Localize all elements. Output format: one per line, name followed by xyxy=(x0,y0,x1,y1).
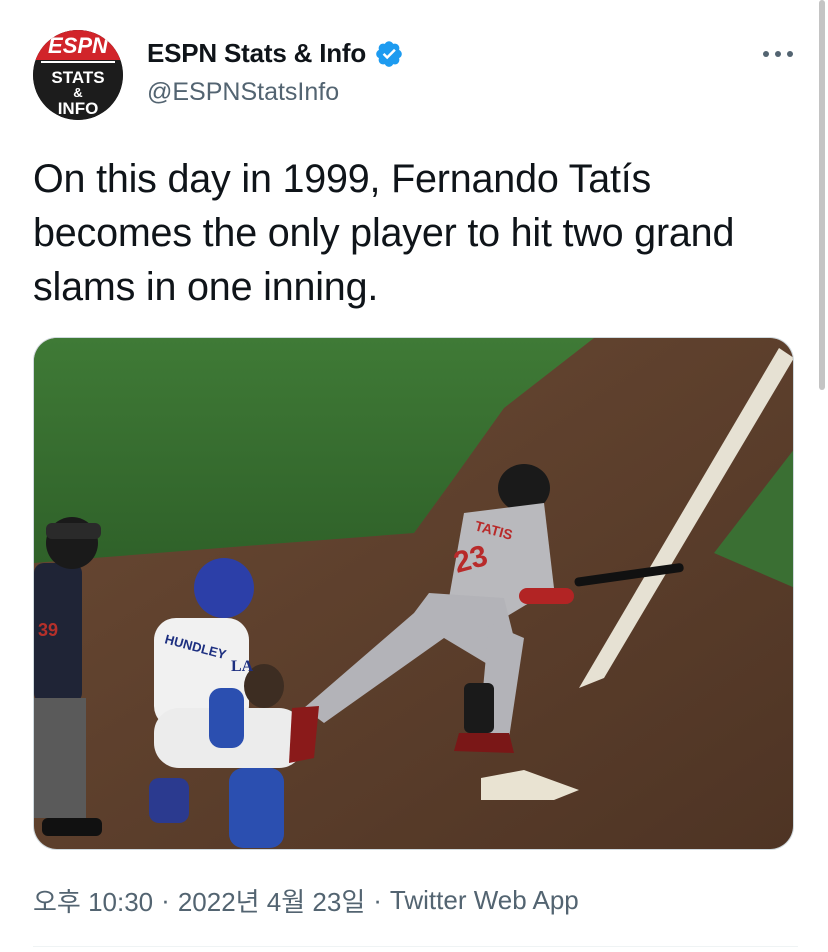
tweet-container: ESPN STATS & INFO ESPN Stats & Info @ESP… xyxy=(0,0,828,952)
verified-badge-icon xyxy=(376,40,402,67)
avatar-text-info: INFO xyxy=(58,99,99,118)
more-horizontal-icon xyxy=(763,51,793,57)
more-options-button[interactable] xyxy=(758,40,798,68)
author-display-name[interactable]: ESPN Stats & Info xyxy=(147,38,366,69)
avatar-text-espn: ESPN xyxy=(48,33,109,58)
tweet-date[interactable]: 2022년 4월 23일 xyxy=(178,882,365,919)
author-name-row[interactable]: ESPN Stats & Info xyxy=(147,38,404,69)
divider xyxy=(33,946,798,947)
baseball-photo: 39 HUNDLEY LA 23 TATIS xyxy=(34,338,793,849)
meta-separator: · xyxy=(161,885,170,915)
catcher-logo: LA xyxy=(231,658,254,675)
tweet-meta: 오후 10:30 · 2022년 4월 23일 · Twitter Web Ap… xyxy=(33,882,579,919)
author-handle[interactable]: @ESPNStatsInfo xyxy=(147,78,339,107)
avatar[interactable]: ESPN STATS & INFO xyxy=(33,30,123,120)
tweet-time[interactable]: 오후 10:30 xyxy=(33,882,153,919)
tweet-media-image[interactable]: 39 HUNDLEY LA 23 TATIS xyxy=(33,337,794,850)
avatar-text-amp: & xyxy=(73,85,82,100)
espn-stats-info-logo: ESPN STATS & INFO xyxy=(33,30,123,120)
scrollbar[interactable] xyxy=(819,0,825,390)
meta-separator: · xyxy=(373,885,382,915)
tweet-source-link[interactable]: Twitter Web App xyxy=(390,885,579,916)
tweet-text: On this day in 1999, Fernando Tatís beco… xyxy=(33,157,735,309)
umpire-number: 39 xyxy=(38,620,58,640)
